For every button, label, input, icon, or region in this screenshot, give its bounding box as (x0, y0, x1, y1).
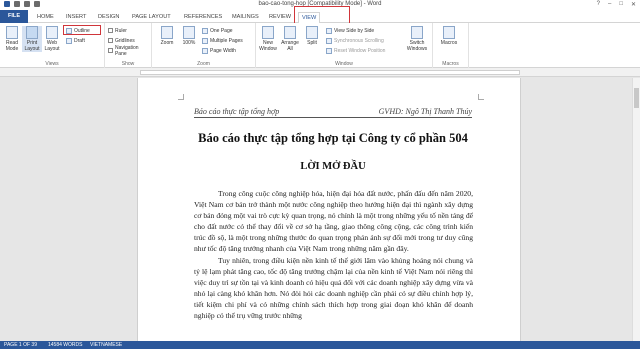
show-group: Ruler Gridlines Navigation Pane Show (105, 23, 152, 68)
macros-group-label: Macros (442, 61, 459, 67)
navigation-pane-checkbox-box (108, 48, 113, 53)
tab-home[interactable]: HOME (34, 12, 57, 23)
views-group-label: Views (45, 61, 59, 67)
arrange-all-button[interactable]: Arrange All (280, 26, 300, 52)
status-bar: PAGE 1 OF 39 14584 WORDS VIETNAMESE (0, 341, 640, 349)
multiple-pages-button[interactable]: Multiple Pages (202, 37, 243, 44)
tab-file[interactable]: FILE (0, 10, 28, 23)
read-mode-button[interactable]: Read Mode (2, 26, 22, 52)
ruler-bar (140, 70, 520, 75)
navigation-pane-checkbox[interactable]: Navigation Pane (108, 45, 151, 57)
paragraph-2: Tuy nhiên, trong điều kiện nền kinh tế t… (194, 255, 473, 321)
zoom-100-button[interactable]: 100% (179, 26, 199, 46)
draft-icon (66, 37, 72, 44)
show-group-label: Show (121, 61, 135, 67)
tab-design[interactable]: DESIGN (95, 12, 122, 23)
zoom-icon (161, 26, 173, 39)
window-group: New Window Arrange All Split View Side b… (256, 23, 433, 68)
vertical-scrollbar[interactable] (632, 78, 640, 341)
document-page[interactable]: Báo cáo thực tập tổng hợp GVHD: Ngô Thị … (137, 78, 521, 341)
new-window-icon (262, 26, 274, 39)
read-mode-icon (6, 26, 18, 39)
page-width-icon (202, 47, 208, 54)
tab-references[interactable]: REFERENCES (181, 12, 225, 23)
split-icon (306, 26, 318, 39)
gridlines-checkbox-box (108, 38, 113, 43)
view-side-by-side-button[interactable]: View Side by Side (326, 27, 374, 34)
synchronous-scrolling-button[interactable]: Synchronous Scrolling (326, 37, 384, 44)
synchronous-scrolling-icon (326, 37, 332, 44)
window-controls: ? – □ ✕ (597, 1, 636, 8)
tab-page-layout[interactable]: PAGE LAYOUT (129, 12, 174, 23)
zoom-button[interactable]: Zoom (157, 26, 177, 46)
minimize-button[interactable]: – (608, 1, 611, 8)
ribbon: Read Mode Print Layout Web Layout Outlin… (0, 23, 640, 68)
zoom-group: Zoom 100% One Page Multiple Pages Page W… (152, 23, 256, 68)
print-layout-button[interactable]: Print Layout (22, 26, 42, 52)
gridlines-checkbox[interactable]: Gridlines (108, 37, 135, 44)
tab-insert[interactable]: INSERT (63, 12, 89, 23)
macros-icon (443, 26, 455, 39)
one-page-icon (202, 27, 208, 34)
horizontal-ruler[interactable] (0, 68, 640, 77)
switch-windows-icon (411, 26, 423, 39)
zoom-group-label: Zoom (197, 61, 210, 67)
section-heading: LỜI MỞ ĐẦU (300, 161, 366, 172)
language-indicator[interactable]: VIETNAMESE (90, 341, 122, 349)
ruler-checkbox[interactable]: Ruler (108, 27, 127, 34)
outline-highlight (63, 25, 101, 35)
word-count[interactable]: 14584 WORDS (48, 341, 82, 349)
close-button[interactable]: ✕ (631, 1, 636, 8)
scrollbar-thumb[interactable] (634, 88, 639, 108)
page-count[interactable]: PAGE 1 OF 39 (4, 341, 37, 349)
new-window-button[interactable]: New Window (258, 26, 278, 52)
view-side-by-side-icon (326, 27, 332, 34)
macros-group: Macros Macros (433, 23, 469, 68)
paragraph-1: Trong công cuộc công nghiệp hóa, hiện đạ… (194, 189, 473, 254)
print-layout-icon (26, 26, 38, 39)
crop-mark-right (478, 94, 484, 100)
document-title: Báo cáo thực tập tổng hợp tại Công ty cổ… (198, 131, 468, 145)
reset-window-position-button[interactable]: Reset Window Position (326, 47, 385, 54)
switch-windows-button[interactable]: Switch Windows (404, 26, 430, 52)
one-page-button[interactable]: One Page (202, 27, 233, 34)
reset-window-position-icon (326, 47, 332, 54)
ruler-checkbox-box (108, 28, 113, 33)
split-button[interactable]: Split (302, 26, 322, 46)
page-width-button[interactable]: Page Width (202, 47, 236, 54)
document-body: Trong công cuộc công nghiệp hóa, hiện đạ… (194, 188, 473, 321)
web-layout-icon (46, 26, 58, 39)
help-button[interactable]: ? (597, 1, 600, 8)
tab-mailings[interactable]: MAILINGS (229, 12, 262, 23)
arrange-all-icon (284, 26, 296, 39)
maximize-button[interactable]: □ (619, 1, 623, 8)
macros-button[interactable]: Macros (439, 26, 459, 46)
web-layout-button[interactable]: Web Layout (42, 26, 62, 52)
header-right: GVHD: Ngô Thị Thanh Thúy (378, 107, 472, 116)
zoom-100-icon (183, 26, 195, 39)
document-area[interactable]: Báo cáo thực tập tổng hợp GVHD: Ngô Thị … (0, 78, 640, 341)
draft-button[interactable]: Draft (66, 37, 85, 44)
tab-review[interactable]: REVIEW (266, 12, 294, 23)
page-header: Báo cáo thực tập tổng hợp GVHD: Ngô Thị … (194, 107, 472, 118)
window-group-label: Window (335, 61, 353, 67)
header-left: Báo cáo thực tập tổng hợp (194, 107, 280, 116)
multiple-pages-icon (202, 37, 208, 44)
crop-mark-left (178, 94, 184, 100)
